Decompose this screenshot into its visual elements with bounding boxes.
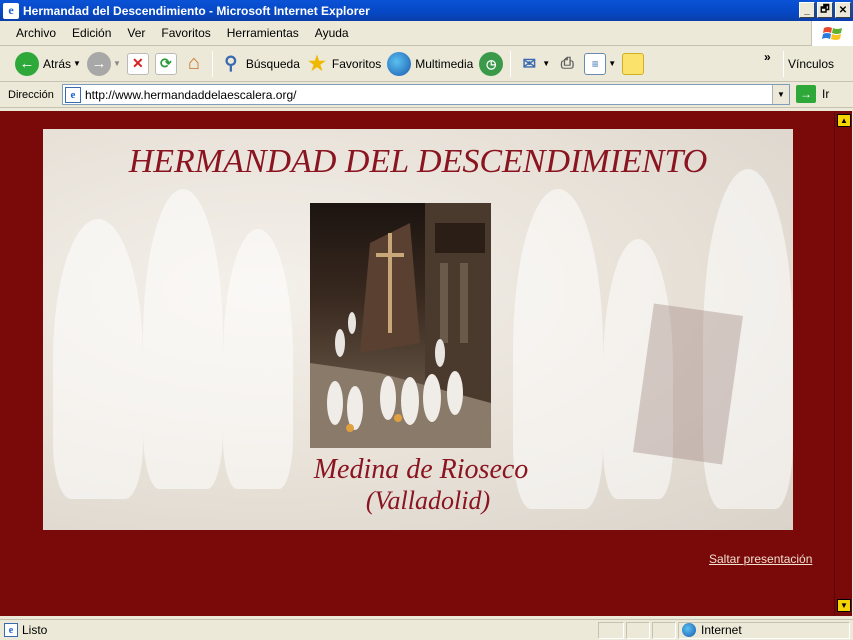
windows-flag-icon xyxy=(811,21,853,46)
search-label: Búsqueda xyxy=(245,56,300,71)
back-arrow-icon: ← xyxy=(15,51,39,76)
menu-edicion[interactable]: Edición xyxy=(64,26,119,40)
edit-button[interactable]: ≡ ▼ xyxy=(581,49,619,79)
minimize-button[interactable]: _ xyxy=(799,2,815,18)
toolbar-separator xyxy=(211,50,213,77)
forward-arrow-icon: → xyxy=(86,51,111,76)
home-button[interactable]: ⌂ xyxy=(180,49,208,79)
address-url: http://www.hermandaddelaescalera.org/ xyxy=(85,87,297,102)
search-icon: ⚲ xyxy=(224,53,238,73)
close-button[interactable]: ✕ xyxy=(835,2,851,18)
place-name: Medina de Rioseco xyxy=(313,454,529,485)
stop-icon: ✕ xyxy=(126,52,149,75)
toolbar-separator xyxy=(783,51,784,77)
print-button[interactable]: ⎙ xyxy=(553,49,581,79)
status-cell xyxy=(626,622,650,639)
menu-favoritos[interactable]: Favoritos xyxy=(153,26,218,40)
multimedia-label: Multimedia xyxy=(415,56,474,71)
menu-archivo[interactable]: Archivo xyxy=(8,26,64,40)
favorites-button[interactable]: ★ Favoritos xyxy=(303,49,384,79)
back-label: Atrás xyxy=(43,56,72,71)
zone-text: Internet xyxy=(701,623,742,637)
stop-button[interactable]: ✕ xyxy=(124,49,152,79)
history-icon: ◷ xyxy=(479,51,504,76)
menu-herramientas[interactable]: Herramientas xyxy=(219,26,307,40)
go-arrow-icon: → xyxy=(796,85,816,103)
mail-dropdown-icon[interactable]: ▼ xyxy=(542,59,550,68)
mail-icon: ✉ xyxy=(522,55,536,73)
status-text: Listo xyxy=(22,623,48,637)
favorites-label: Favoritos xyxy=(331,56,382,71)
printer-icon: ⎙ xyxy=(560,54,574,72)
links-button[interactable]: Vínculos xyxy=(788,57,834,71)
mail-button[interactable]: ✉ ▼ xyxy=(515,49,553,79)
messenger-button[interactable] xyxy=(619,49,647,79)
refresh-button[interactable]: ⟳ xyxy=(152,49,180,79)
standard-toolbar: ← Atrás ▼ → ▼ ✕ ⟳ ⌂ ⚲ Búsqueda ★ Favorit… xyxy=(0,46,853,82)
edit-dropdown-icon[interactable]: ▼ xyxy=(608,59,616,68)
go-label: Ir xyxy=(822,87,830,101)
intro-banner[interactable]: HERMANDAD DEL DESCENDIMIENTO Medina de R… xyxy=(43,129,793,530)
menu-ayuda[interactable]: Ayuda xyxy=(307,26,357,40)
address-bar: Dirección e http://www.hermandaddelaesca… xyxy=(0,82,853,108)
address-input[interactable]: e http://www.hermandaddelaescalera.org/ … xyxy=(62,84,790,105)
back-button[interactable]: ← Atrás ▼ xyxy=(12,49,84,79)
page-content: HERMANDAD DEL DESCENDIMIENTO Medina de R… xyxy=(0,111,834,616)
toolbar-separator xyxy=(510,50,512,77)
status-cell xyxy=(652,622,676,639)
status-bar: e Listo Internet xyxy=(0,619,853,640)
address-dropdown-icon[interactable]: ▼ xyxy=(772,85,789,104)
maximize-button[interactable]: 🗗 xyxy=(817,2,833,18)
window-title: Hermandad del Descendimiento - Microsoft… xyxy=(23,3,370,18)
address-label: Dirección xyxy=(8,88,54,101)
go-button[interactable]: → Ir xyxy=(796,85,829,103)
forward-button[interactable]: → ▼ xyxy=(84,49,124,79)
window-controls: _ 🗗 ✕ xyxy=(799,2,851,18)
note-icon xyxy=(622,52,645,75)
page-icon: e xyxy=(65,86,81,103)
province-name: (Valladolid) xyxy=(365,486,491,515)
status-cell xyxy=(598,622,624,639)
ie-logo-icon: e xyxy=(3,2,19,19)
history-button[interactable]: ◷ xyxy=(476,49,506,79)
back-dropdown-icon[interactable]: ▼ xyxy=(73,59,81,68)
page-status-icon: e xyxy=(4,623,18,637)
menu-ver[interactable]: Ver xyxy=(119,26,153,40)
forward-dropdown-icon[interactable]: ▼ xyxy=(113,59,121,68)
vertical-scrollbar[interactable]: ▲ ▼ xyxy=(834,111,852,616)
home-icon: ⌂ xyxy=(187,52,200,74)
edit-page-icon: ≡ xyxy=(584,52,607,75)
menu-bar: Archivo Edición Ver Favoritos Herramient… xyxy=(0,21,853,46)
globe-icon xyxy=(387,51,412,76)
page-heading: HERMANDAD DEL DESCENDIMIENTO xyxy=(128,143,708,180)
procession-photo xyxy=(310,203,491,448)
internet-globe-icon xyxy=(682,623,696,637)
refresh-icon: ⟳ xyxy=(154,52,177,75)
skip-intro-link[interactable]: Saltar presentación xyxy=(709,552,812,566)
star-icon: ★ xyxy=(307,53,326,75)
scroll-up-button[interactable]: ▲ xyxy=(837,114,851,127)
multimedia-button[interactable]: Multimedia xyxy=(384,49,476,79)
search-button[interactable]: ⚲ Búsqueda xyxy=(217,49,303,79)
scroll-down-button[interactable]: ▼ xyxy=(837,599,851,612)
window-titlebar[interactable]: e Hermandad del Descendimiento - Microso… xyxy=(0,0,853,21)
toolbar-overflow-button[interactable]: » xyxy=(764,50,771,64)
